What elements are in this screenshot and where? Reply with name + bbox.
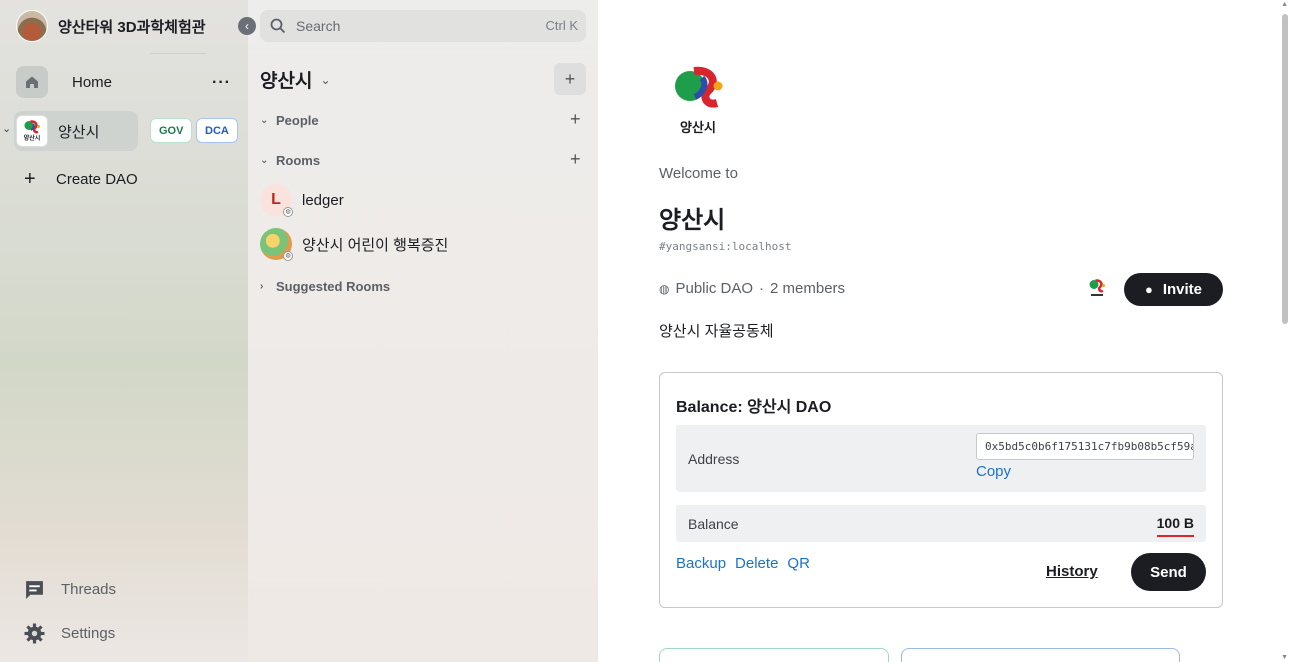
sidebar-item-space[interactable]: 양산시 양산시	[14, 111, 138, 151]
chevron-down-icon: ⌄	[260, 115, 269, 126]
add-button[interactable]: +	[554, 63, 586, 95]
more-options-button[interactable]: ···	[212, 74, 231, 92]
sidebar-item-home[interactable]: Home	[16, 66, 112, 98]
separator: ·	[759, 280, 765, 297]
gov-badge[interactable]: GOV	[150, 118, 193, 143]
add-room-button[interactable]: +	[570, 149, 581, 170]
main-content: 양산시 Welcome to 양산시 #yangsansi:localhost …	[598, 0, 1291, 662]
dao-logo-text: 양산시	[680, 120, 716, 135]
dao-meta: ◍ Public DAO · 2 members	[659, 280, 845, 297]
invite-label: Invite	[1162, 281, 1203, 298]
send-button[interactable]: Send	[1131, 553, 1206, 591]
search-icon	[270, 18, 286, 34]
space-logo-text: 양산시	[23, 135, 41, 142]
room-initial: L	[271, 191, 281, 208]
qr-link[interactable]: QR	[787, 555, 810, 572]
search-input[interactable]: Search Ctrl K	[260, 10, 586, 42]
dao-logo: 양산시	[670, 66, 726, 135]
space-name: 양산시	[58, 123, 100, 141]
section-suggested-rooms[interactable]: › Suggested Rooms	[260, 279, 390, 294]
space-title[interactable]: 양산시 ⌄	[260, 66, 331, 93]
dao-description: 양산시 자율공동체	[659, 323, 774, 340]
search-placeholder: Search	[296, 18, 341, 34]
room-item-children[interactable]: ◍ 양산시 어린이 행복증진	[260, 228, 449, 261]
room-avatar: L ◍	[260, 184, 293, 217]
gear-icon	[24, 623, 45, 644]
home-icon	[16, 66, 48, 98]
section-label: Suggested Rooms	[276, 279, 391, 294]
chevron-down-icon: ⌄	[320, 72, 331, 87]
page-title: 양산시	[659, 207, 726, 234]
card-preview[interactable]	[659, 648, 889, 662]
room-alias: #yangsansi:localhost	[659, 240, 792, 253]
balance-value: 100 B	[1156, 515, 1194, 537]
copy-link[interactable]: Copy	[976, 463, 1011, 480]
create-dao-button[interactable]: + Create DAO	[24, 168, 138, 191]
dca-badge[interactable]: DCA	[196, 118, 238, 143]
card-preview[interactable]	[901, 648, 1180, 662]
space-title-text: 양산시	[260, 71, 313, 92]
chevron-right-icon: ›	[260, 281, 264, 292]
divider	[150, 53, 206, 54]
member-avatar[interactable]	[1086, 278, 1108, 300]
globe-icon: ◍	[283, 251, 293, 261]
section-rooms[interactable]: ⌄ Rooms	[260, 153, 320, 168]
address-label: Address	[688, 451, 740, 467]
plus-icon: +	[24, 168, 36, 190]
address-field[interactable]: 0x5bd5c0b6f175131c7fb9b08b5cf59a…	[976, 433, 1194, 460]
room-name: ledger	[302, 191, 344, 209]
keyboard-shortcut: Ctrl K	[545, 18, 579, 33]
scrollbar[interactable]: ▲ ▼	[1279, 0, 1291, 662]
room-avatar: ◍	[260, 228, 293, 261]
scrollbar-thumb[interactable]	[1282, 14, 1288, 324]
address-row: Address 0x5bd5c0b6f175131c7fb9b08b5cf59a…	[676, 425, 1206, 492]
balance-card-title: Balance: 양산시 DAO	[676, 399, 832, 416]
section-people[interactable]: ⌄ People	[260, 113, 319, 128]
member-count[interactable]: 2 members	[770, 280, 845, 297]
sidebar-item-settings[interactable]: Settings	[24, 623, 115, 644]
visibility-label: Public DAO	[675, 280, 754, 297]
sidebar-item-threads[interactable]: Threads	[24, 579, 116, 600]
welcome-text: Welcome to	[659, 165, 738, 182]
space-logo: 양산시	[16, 115, 48, 147]
sidebar-item-label: Home	[72, 73, 113, 91]
add-people-button[interactable]: +	[570, 109, 581, 130]
globe-icon: ◍	[659, 281, 670, 296]
scroll-down-arrow-icon[interactable]: ▼	[1281, 654, 1288, 661]
profile-header[interactable]: 양산타워 3D과학체험관	[16, 10, 206, 42]
section-label: People	[276, 113, 319, 128]
scroll-up-arrow-icon[interactable]: ▲	[1281, 1, 1288, 8]
sidebar-item-label: Settings	[61, 625, 116, 642]
chevron-down-icon: ⌄	[260, 155, 269, 166]
threads-icon	[26, 581, 43, 599]
add-user-icon: ●	[1144, 282, 1153, 297]
balance-row: Balance 100 B	[676, 505, 1206, 542]
invite-button[interactable]: ● Invite	[1124, 273, 1223, 306]
wallet-actions: Backup Delete QR	[676, 555, 819, 572]
sidebar: 양산타워 3D과학체험관 Home ··· ⌄ 양산시 양산시 GOV DCA …	[0, 0, 248, 662]
globe-icon: ◍	[283, 207, 293, 217]
balance-label: Balance	[688, 516, 739, 532]
history-link[interactable]: History	[1046, 563, 1098, 580]
room-name: 양산시 어린이 행복증진	[302, 236, 449, 254]
section-label: Rooms	[276, 153, 321, 168]
delete-link[interactable]: Delete	[735, 555, 778, 572]
room-item-ledger[interactable]: L ◍ ledger	[260, 184, 344, 217]
backup-link[interactable]: Backup	[676, 555, 726, 572]
profile-avatar	[16, 10, 48, 42]
room-list-panel: Search Ctrl K 양산시 ⌄ + ⌄ People + ⌄ Rooms…	[248, 0, 598, 662]
sidebar-item-label: Threads	[61, 581, 117, 598]
balance-card: Balance: 양산시 DAO Address 0x5bd5c0b6f1751…	[659, 372, 1223, 608]
collapse-sidebar-button[interactable]: ‹	[238, 17, 256, 35]
profile-name: 양산타워 3D과학체험관	[58, 18, 206, 36]
chevron-down-icon[interactable]: ⌄	[2, 122, 11, 135]
create-dao-label: Create DAO	[56, 171, 138, 188]
